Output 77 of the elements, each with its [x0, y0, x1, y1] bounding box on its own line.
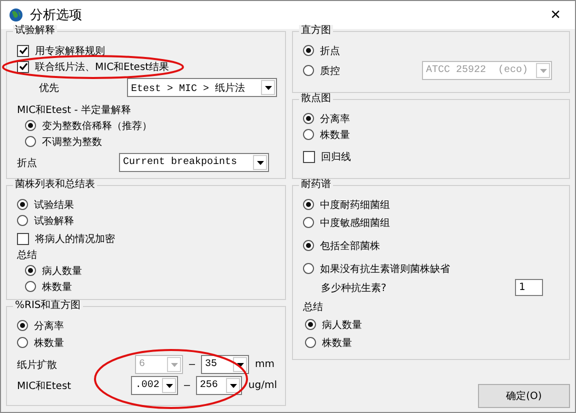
radio-button[interactable] — [25, 120, 36, 131]
group-title: 菌株列表和总结表 — [13, 179, 97, 191]
caret-icon — [264, 86, 272, 90]
group-title: 耐药谱 — [299, 179, 333, 191]
radio-button[interactable] — [303, 45, 314, 56]
checkbox[interactable] — [17, 60, 29, 72]
field-label: 多少种抗生素? — [321, 282, 388, 294]
section-title: 总结 — [303, 300, 323, 314]
caret-icon — [170, 362, 178, 366]
checkbox[interactable] — [17, 232, 29, 244]
radio-label: 病人数量 — [322, 318, 362, 332]
radio-button[interactable] — [303, 65, 314, 76]
radio-button[interactable] — [303, 240, 314, 251]
checkbox-label: 回归线 — [321, 150, 351, 164]
dropdown[interactable]: Etest > MIC > 纸片法 — [127, 78, 277, 97]
radio-label: 株数量 — [42, 280, 72, 294]
number-field[interactable]: 1 — [515, 279, 543, 296]
radio-button[interactable] — [17, 199, 28, 210]
checkbox-label: 联合纸片法、MIC和Etest结果 — [35, 60, 170, 74]
checkbox-label: 用专家解释规则 — [35, 44, 105, 58]
dropdown[interactable]: 256 — [196, 376, 242, 395]
radio-label: 试验解释 — [34, 214, 74, 228]
globe-icon — [9, 8, 23, 22]
radio-button[interactable] — [25, 281, 36, 292]
checkbox-label: 将病人的情况加密 — [35, 232, 115, 246]
radio-label: 病人数量 — [42, 264, 82, 278]
radio-button[interactable] — [17, 337, 28, 348]
radio-label: 中度耐药细菌组 — [320, 198, 390, 212]
radio-button[interactable] — [25, 265, 36, 276]
dropdown[interactable]: Current breakpoints — [119, 153, 269, 172]
group-title: 直方图 — [299, 25, 333, 37]
dropdown[interactable]: 35 — [201, 355, 249, 374]
caret-icon — [540, 68, 546, 72]
field-label: 折点 — [17, 156, 38, 170]
radio-button[interactable] — [303, 129, 314, 140]
radio-button[interactable] — [303, 263, 314, 274]
checkbox[interactable] — [303, 150, 315, 162]
section-title: 总结 — [17, 248, 37, 262]
radio-label: 质控 — [320, 64, 341, 78]
unit-label: mm — [255, 359, 274, 370]
caret-icon — [256, 160, 264, 164]
radio-label: 包括全部菌株 — [320, 240, 380, 252]
radio-button[interactable] — [305, 319, 316, 330]
radio-button[interactable] — [303, 199, 314, 210]
radio-label: 株数量 — [320, 128, 350, 142]
radio-label: 株数量 — [34, 336, 64, 350]
ok-button[interactable]: 确定(O) — [478, 384, 570, 408]
group-title: %RIS和直方图 — [13, 300, 83, 312]
radio-label: 如果没有抗生素谱则菌株缺省 — [320, 262, 450, 276]
group-title: 散点图 — [299, 93, 333, 105]
radio-label: 不调整为整数 — [42, 136, 102, 148]
radio-label: 试验结果 — [34, 198, 74, 212]
caret-icon — [230, 384, 237, 388]
group-title: 试验解释 — [13, 25, 57, 37]
field-label: 纸片扩散 — [17, 358, 58, 372]
field-label: MIC和Etest — [17, 380, 72, 392]
close-button[interactable]: ✕ — [544, 8, 567, 22]
checkbox[interactable] — [17, 44, 29, 56]
radio-label: 分离率 — [34, 320, 64, 332]
radio-button[interactable] — [303, 113, 314, 124]
radio-button[interactable] — [305, 337, 316, 348]
caret-icon — [166, 384, 172, 388]
section-title: MIC和Etest - 半定量解释 — [17, 104, 132, 116]
radio-label: 株数量 — [322, 336, 352, 350]
radio-label: 折点 — [320, 44, 340, 58]
dropdown[interactable]: .002 — [131, 376, 178, 395]
radio-label: 中度敏感细菌组 — [320, 216, 390, 230]
caret-icon — [236, 362, 244, 366]
radio-label: 变为整数倍稀释（推荐） — [42, 120, 152, 132]
field-label: 优先 — [39, 82, 59, 94]
radio-button[interactable] — [17, 215, 28, 226]
radio-button[interactable] — [25, 136, 36, 147]
unit-label: ug/ml — [248, 380, 277, 391]
window-title: 分析选项 — [30, 7, 83, 24]
radio-button[interactable] — [303, 217, 314, 228]
radio-label: 分离率 — [320, 112, 350, 126]
radio-button[interactable] — [17, 320, 28, 331]
